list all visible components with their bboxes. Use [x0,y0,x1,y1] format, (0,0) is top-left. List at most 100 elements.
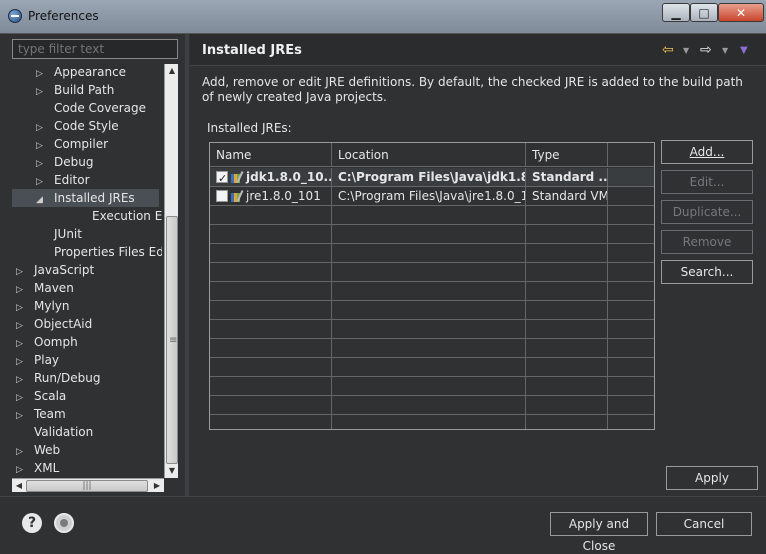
tree-item[interactable]: Code Coverage [12,99,146,117]
tree-item-label: Code Style [54,119,119,133]
table-cell-empty [608,301,654,320]
remove-button[interactable]: Remove [661,230,753,254]
tree-item-label: Appearance [54,65,127,79]
tree-item[interactable]: ▷ Run/Debug [12,369,101,387]
add-button[interactable]: Add... [661,140,753,164]
tree-item-label: XML [34,461,60,475]
tree-item[interactable]: ▷ Web [12,441,60,459]
tree-item[interactable]: ▷ Build Path [12,81,114,99]
table-row-empty [210,339,654,358]
tree-item[interactable]: ▷ Team [12,405,66,423]
scroll-right-arrow-icon[interactable]: ▶ [150,479,164,493]
tree-expand-arrow-icon[interactable]: ▷ [16,461,26,476]
search-button[interactable]: Search... [661,260,753,284]
table-cell-empty [332,225,526,244]
tree-item[interactable]: ▷ Play [12,351,59,369]
tree-item[interactable]: ▷ Code Style [12,117,119,135]
tree-item[interactable]: Execution Enviro [12,207,162,225]
minimize-button[interactable]: ▁ [662,3,690,22]
table-cell-empty [526,396,608,415]
tree-item[interactable]: ▷ Mylyn [12,297,70,315]
table-row[interactable]: jdk1.8.0_10...C:\Program Files\Java\jdk1… [210,168,654,187]
scroll-up-arrow-icon[interactable]: ▲ [165,64,179,78]
help-icon[interactable]: ? [22,513,42,533]
scroll-down-arrow-icon[interactable]: ▼ [165,464,179,478]
hscroll-thumb[interactable]: ||| [26,480,148,492]
back-dropdown-icon[interactable]: ▼ [683,46,689,55]
panel-sash[interactable] [185,34,189,496]
filter-input[interactable] [12,39,178,59]
table-cell-empty [526,282,608,301]
page-description: Add, remove or edit JRE definitions. By … [202,75,743,104]
tree-item[interactable]: Validation [12,423,93,441]
tree-item[interactable]: ▷ Editor [12,171,90,189]
table-cell-empty [210,415,332,429]
table-cell-empty [526,339,608,358]
table-cell-empty [526,415,608,429]
tree-item-label: Team [34,407,66,421]
jre-type-cell: Standard VM [526,187,608,206]
scroll-thumb[interactable] [166,216,178,464]
apply-button[interactable]: Apply [666,466,758,490]
forward-dropdown-icon[interactable]: ▼ [722,46,728,55]
table-cell-empty [526,320,608,339]
table-row-empty [210,377,654,396]
tree-vertical-scrollbar[interactable]: ▲ ▼ [164,64,178,478]
view-menu-icon[interactable]: ▼ [740,45,748,56]
maximize-button[interactable]: □ [690,3,718,22]
table-cell-empty [526,244,608,263]
tree-horizontal-scrollbar[interactable]: ◀ ||| ▶ [12,478,164,492]
tree-item[interactable]: ▷ ObjectAid [12,315,92,333]
table-row-empty [210,225,654,244]
tree-item[interactable]: ▷ JavaScript [12,261,94,279]
tree-item[interactable]: ▷ XML [12,459,59,476]
jre-name-cell: jre1.8.0_101 [210,187,332,206]
tree-item-label: Properties Files Edito [54,245,162,259]
table-cell-empty [332,282,526,301]
apply-and-close-button[interactable]: Apply and Close [550,512,648,553]
jre-checkbox[interactable] [216,169,228,187]
cancel-button[interactable]: Cancel [656,512,752,536]
column-header-name[interactable]: Name [210,143,332,167]
tree-item[interactable]: ▷ Oomph [12,333,78,351]
table-cell-empty [526,263,608,282]
table-cell-empty [332,358,526,377]
back-arrow-icon[interactable]: ⇦ [662,42,674,58]
edit-button[interactable]: Edit... [661,170,753,194]
table-row-empty [210,282,654,301]
jre-checkbox[interactable] [216,190,228,202]
tree-item-label: Code Coverage [54,101,147,115]
tree-item[interactable]: ▷ Debug [12,153,93,171]
table-row-empty [210,320,654,339]
table-cell-empty [210,282,332,301]
tree-item-label: Oomph [34,335,78,349]
table-cell-empty [332,301,526,320]
window-title: Preferences [28,9,99,23]
tree-item[interactable]: ▷ Scala [12,387,66,405]
tree-item[interactable]: ▷ Appearance [12,63,126,81]
table-row-empty [210,415,654,429]
table-row[interactable]: jre1.8.0_101 C:\Program Files\Java\jre1.8… [210,187,654,206]
tree-item[interactable]: JUnit [12,225,82,243]
forward-arrow-icon[interactable]: ⇨ [700,42,712,58]
jre-name-cell: jdk1.8.0_10... [210,168,332,187]
tree-item[interactable]: Properties Files Edito [12,243,162,261]
tree-item-label: Debug [54,155,94,169]
column-header-type[interactable]: Type [526,143,608,167]
scroll-left-arrow-icon[interactable]: ◀ [12,479,26,493]
column-header-location[interactable]: Location [332,143,526,167]
tree-item[interactable]: ◢ Installed JREs [12,189,159,207]
eclipse-app-icon [8,9,22,23]
record-macro-icon[interactable] [54,513,74,533]
column-header-filler [608,143,654,167]
tree-item-label: Execution Enviro [92,209,162,223]
table-cell-empty [210,206,332,225]
duplicate-button[interactable]: Duplicate... [661,200,753,224]
table-cell-empty [608,320,654,339]
table-cell-empty [332,244,526,263]
tree-item[interactable]: ▷ Maven [12,279,74,297]
table-cell-empty [608,358,654,377]
table-cell-empty [332,263,526,282]
tree-item[interactable]: ▷ Compiler [12,135,108,153]
close-button[interactable]: ✕ [718,3,764,22]
